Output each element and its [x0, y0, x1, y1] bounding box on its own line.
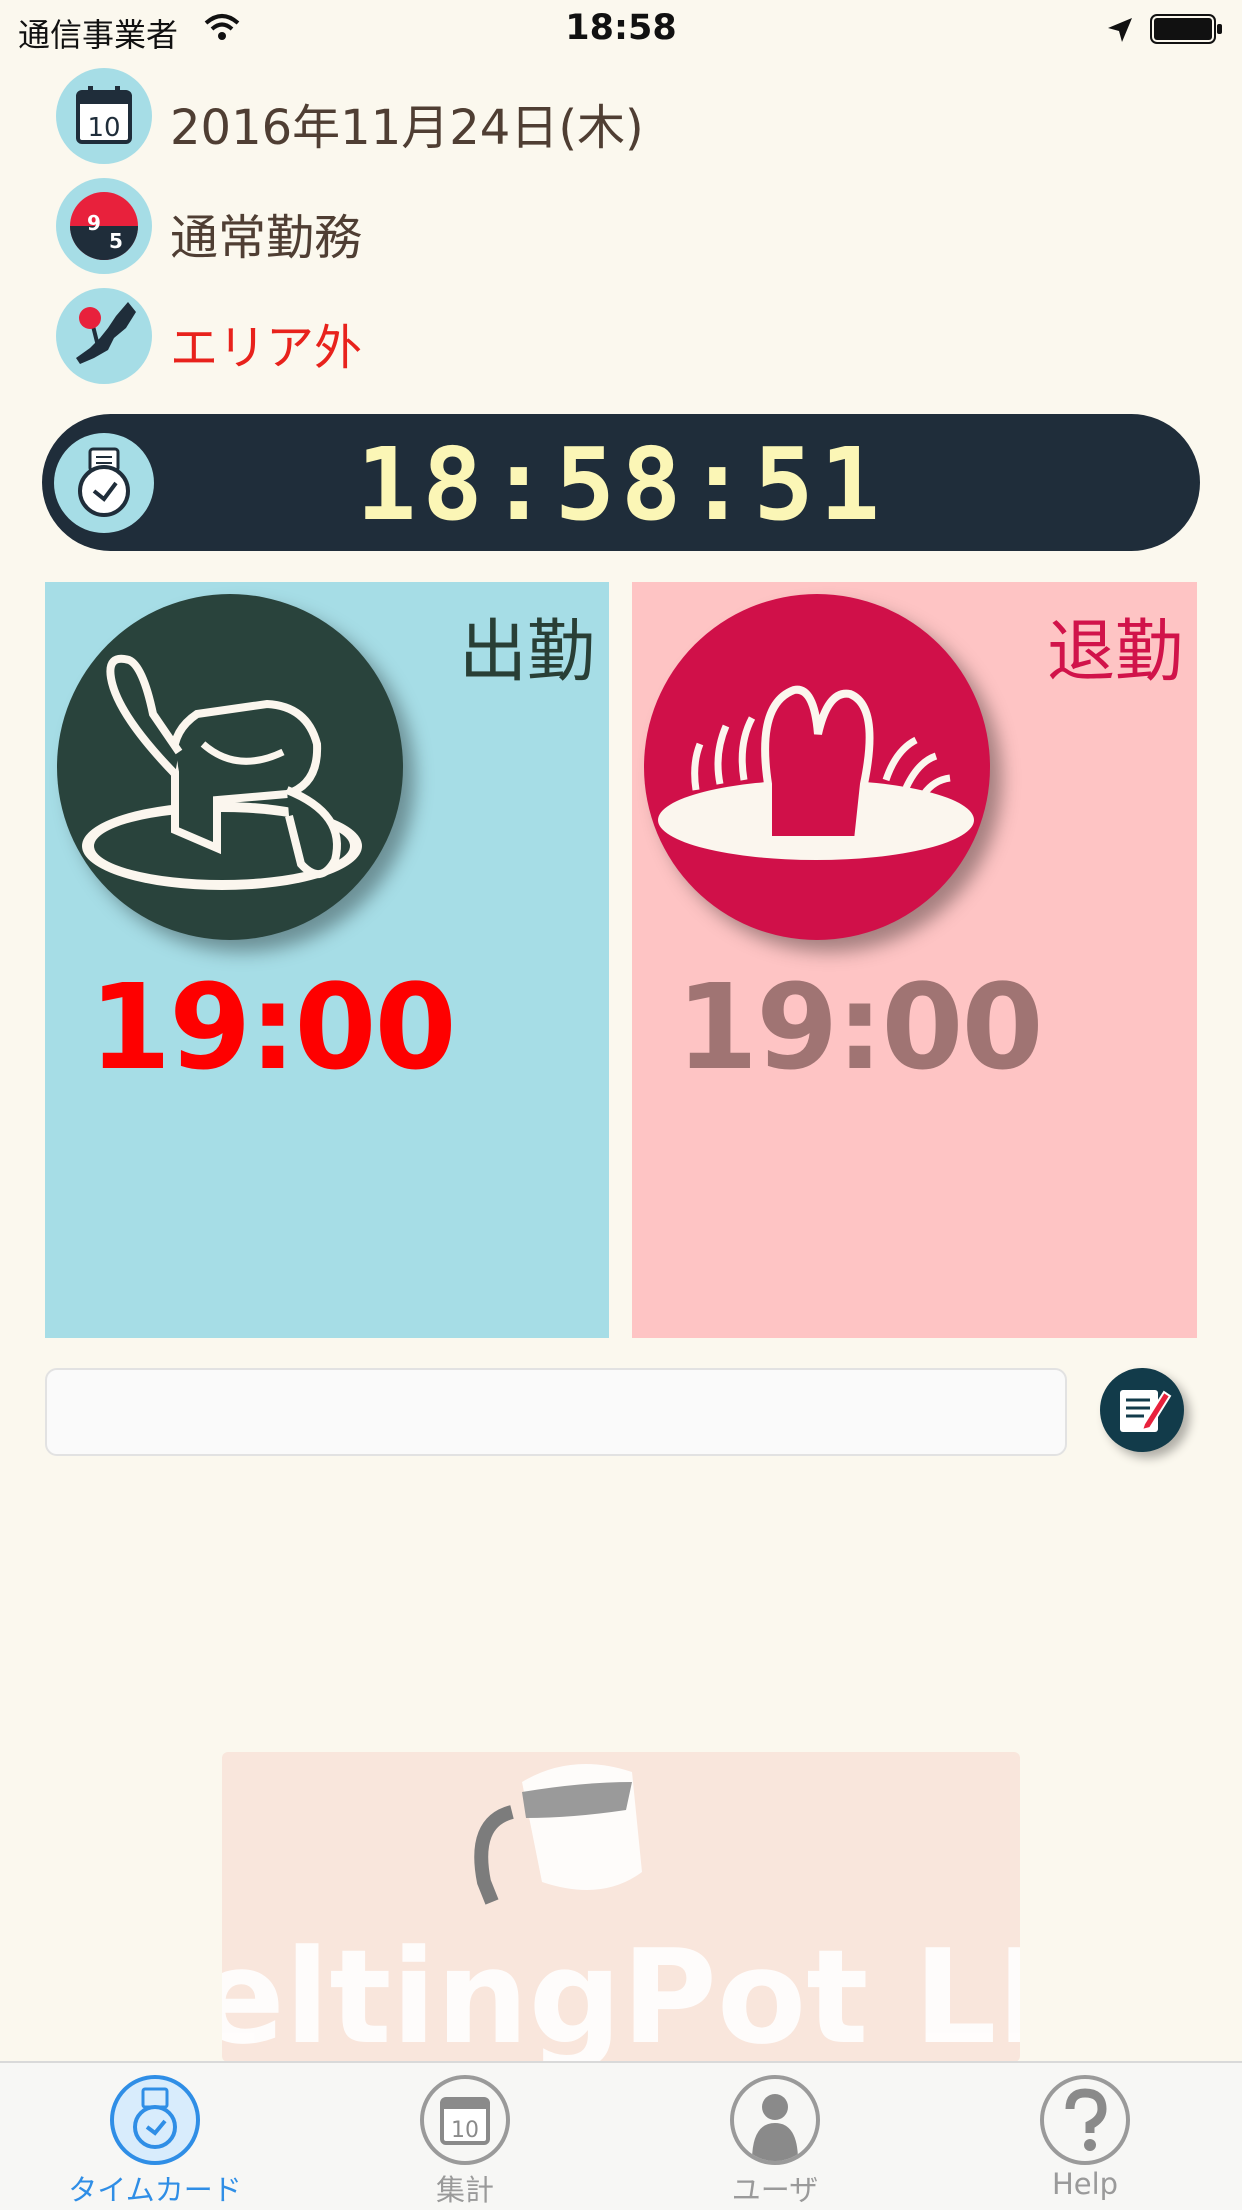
company-logo-text: MeltingPot LLC [222, 1921, 1020, 2062]
tab-timecard-label: タイムカード [68, 2173, 242, 2207]
calendar-tab-icon-day: 10 [451, 2118, 479, 2143]
current-time-bar: 18:58:51 [42, 414, 1200, 551]
punch-out-label: 退勤 [1046, 613, 1183, 692]
svg-text:5: 5 [109, 229, 123, 253]
status-time: 18:58 [565, 8, 677, 48]
shift-label: 通常勤務 [170, 210, 363, 266]
memo-pencil-icon [1120, 1390, 1172, 1432]
tab-user[interactable]: ユーザ [620, 2063, 930, 2210]
person-climbing-out-icon [82, 654, 362, 890]
location-arrow-icon [1108, 18, 1132, 42]
memo-edit-button[interactable] [1100, 1368, 1184, 1452]
help-icon [1040, 2075, 1130, 2165]
area-row: エリア外 [56, 288, 956, 384]
punch-out-button[interactable] [644, 594, 990, 940]
punch-out-time: 19:00 [676, 958, 1044, 1096]
punch-in-time: 19:00 [89, 958, 457, 1096]
punch-in-panel[interactable]: 出勤 19:00 [45, 582, 609, 1338]
timecard-icon [110, 2075, 200, 2165]
user-icon [730, 2075, 820, 2165]
tab-help[interactable]: Help [930, 2063, 1240, 2210]
punch-in-label: 出勤 [458, 613, 595, 692]
person-sinking-icon [658, 685, 974, 860]
date-row: 10 2016年11月24日(木) [56, 68, 956, 164]
tab-summary-label: 集計 [435, 2173, 494, 2207]
punch-in-button[interactable] [57, 594, 403, 940]
calendar-icon: 10 [56, 68, 152, 164]
status-bar: 通信事業者 18:58 [0, 0, 1242, 60]
tab-timecard[interactable]: タイムカード [0, 2063, 310, 2210]
tab-user-label: ユーザ [731, 2173, 819, 2207]
battery-icon [1150, 14, 1222, 44]
date-label: 2016年11月24日(木) [170, 100, 644, 156]
punch-out-panel[interactable]: 退勤 19:00 [632, 582, 1197, 1338]
memo-input[interactable] [45, 1368, 1067, 1456]
area-status-label: エリア外 [170, 320, 363, 376]
tab-summary[interactable]: 10 集計 [310, 2063, 620, 2210]
tab-help-label: Help [1051, 2167, 1119, 2201]
japan-map-pin-icon [56, 288, 152, 384]
company-logo: MeltingPot LLC [222, 1752, 1020, 2062]
calendar-tab-icon: 10 [420, 2075, 510, 2165]
svg-text:9: 9 [87, 211, 101, 235]
tab-bar: タイムカード 10 集計 ユーザ Help [0, 2061, 1242, 2210]
shift-clock-icon: 9 5 [56, 178, 152, 274]
current-time: 18:58:51 [356, 426, 886, 543]
calendar-icon-day: 10 [87, 113, 120, 143]
shift-row[interactable]: 9 5 通常勤務 [56, 178, 956, 274]
